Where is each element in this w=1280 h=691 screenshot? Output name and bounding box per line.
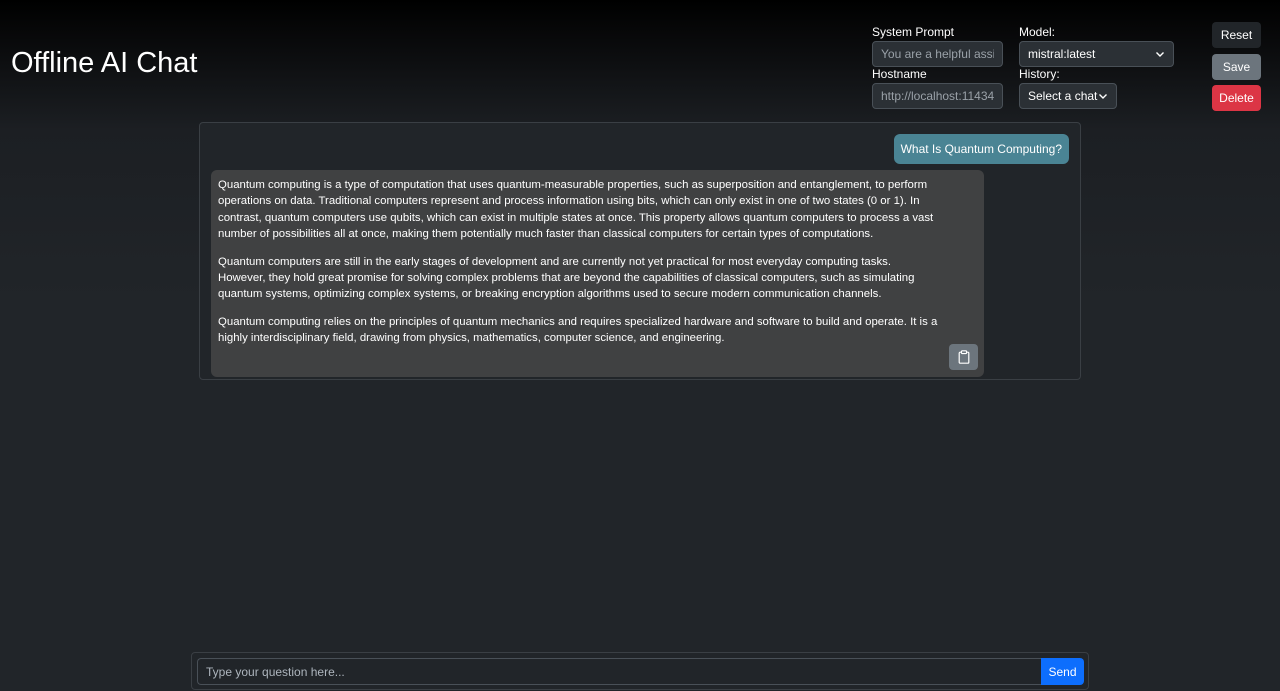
delete-button[interactable]: Delete: [1212, 85, 1261, 111]
history-label: History:: [1019, 67, 1060, 81]
system-prompt-input[interactable]: [872, 41, 1003, 67]
chat-panel: What Is Quantum Computing? Quantum compu…: [199, 122, 1081, 380]
assistant-paragraph: Quantum computing is a type of computati…: [218, 179, 934, 241]
model-select[interactable]: mistral:latest: [1019, 41, 1174, 67]
copy-button[interactable]: [949, 343, 978, 370]
history-select-value: Select a chat: [1028, 89, 1098, 103]
hostname-input[interactable]: [872, 83, 1003, 109]
assistant-paragraph: Quantum computing relies on the principl…: [218, 315, 938, 345]
user-message: What Is Quantum Computing?: [893, 134, 1069, 164]
assistant-message: Quantum computing is a type of computati…: [211, 170, 984, 377]
reset-button[interactable]: Reset: [1212, 22, 1261, 48]
assistant-paragraph: Quantum computers are still in the early…: [218, 255, 915, 301]
chevron-down-icon: [1156, 52, 1164, 57]
history-select[interactable]: Select a chat: [1019, 83, 1117, 109]
composer: Send: [191, 652, 1089, 690]
app-title: Offline AI Chat: [11, 47, 198, 79]
system-prompt-label: System Prompt: [872, 25, 955, 39]
save-button[interactable]: Save: [1212, 54, 1261, 80]
chevron-down-icon: [1099, 94, 1107, 99]
model-select-value: mistral:latest: [1028, 47, 1096, 61]
question-input[interactable]: [197, 658, 1042, 685]
send-button[interactable]: Send: [1041, 658, 1084, 685]
model-label: Model:: [1019, 25, 1056, 39]
hostname-label: Hostname: [872, 67, 927, 81]
clipboard-icon: [958, 349, 969, 364]
